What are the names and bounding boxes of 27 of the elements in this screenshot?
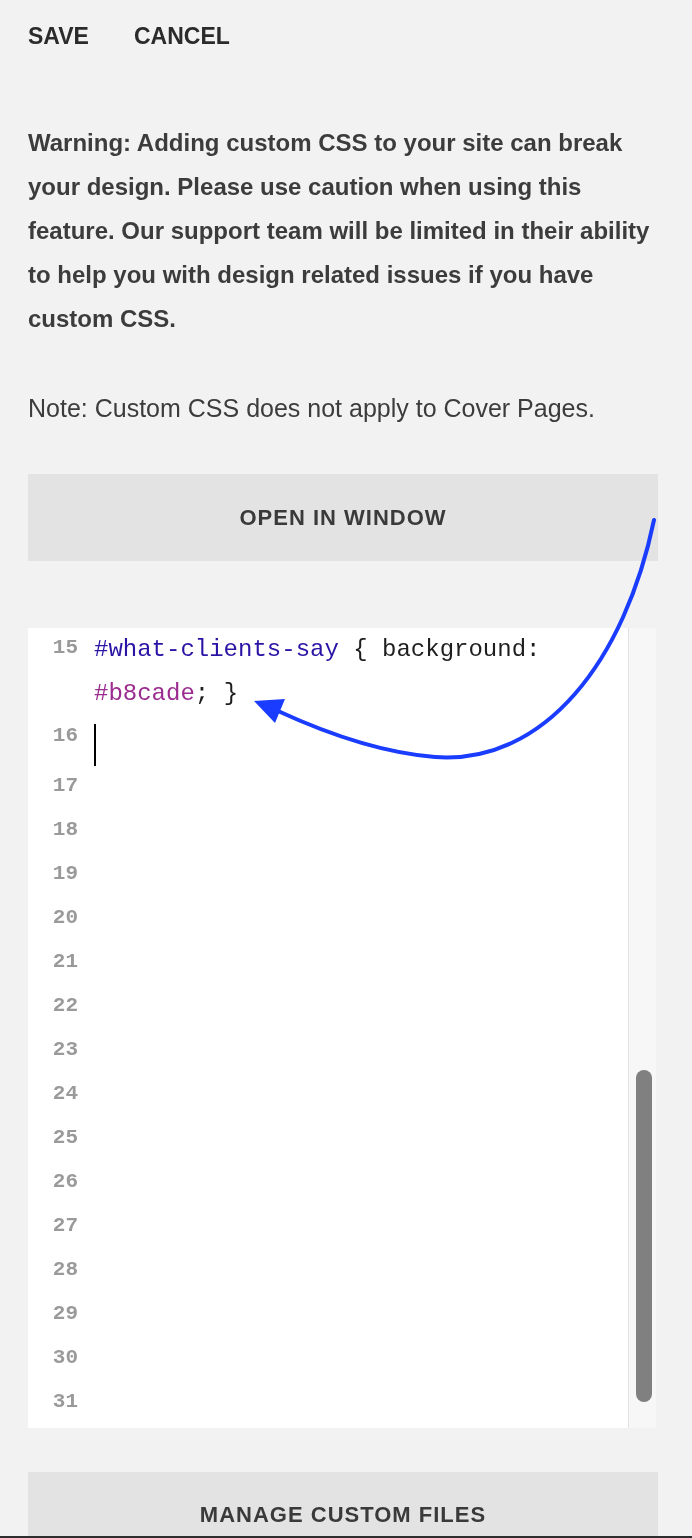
- line-number: 28: [52, 1257, 78, 1283]
- cancel-button[interactable]: CANCEL: [133, 23, 230, 49]
- manage-custom-files-button[interactable]: MANAGE CUSTOM FILES: [28, 1472, 658, 1536]
- open-in-window-button[interactable]: OPEN IN WINDOW: [28, 474, 658, 561]
- line-number: 30: [52, 1345, 78, 1371]
- line-number: 23: [52, 1037, 78, 1063]
- line-number: 20: [52, 905, 78, 931]
- line-number: 26: [52, 1169, 78, 1195]
- code-editor[interactable]: 15 #what-clients-say { background: #b8cade; } 16 17 18 19 20 21 22 23 24 25 26 27 28 29 30 31: [28, 628, 656, 1428]
- line-number: 22: [52, 993, 78, 1019]
- warning-text: Warning: Adding custom CSS to your site can break your design. Please use caution when using this feature. Our support team will be limited in their ability to help you with design related issues if you have custom CSS.: [28, 128, 651, 334]
- line-number: 21: [52, 949, 78, 975]
- line-number: 25: [52, 1125, 78, 1151]
- line-number: 16: [52, 723, 78, 749]
- note-text: Note: Custom CSS does not apply to Cover Pages.: [28, 393, 596, 424]
- line-number: 18: [52, 817, 78, 843]
- line-number: 15: [52, 635, 78, 661]
- save-button[interactable]: SAVE: [28, 23, 89, 49]
- line-number: 27: [52, 1213, 78, 1239]
- code-line: #what-clients-say { background: #b8cade; }: [94, 635, 542, 709]
- line-number: 19: [52, 861, 78, 887]
- scrollbar-track[interactable]: [628, 628, 656, 1428]
- line-number: 17: [52, 773, 78, 799]
- line-number: 29: [52, 1301, 78, 1327]
- line-number: 24: [52, 1081, 78, 1107]
- line-number: 31: [52, 1389, 78, 1415]
- scrollbar-thumb[interactable]: [636, 1070, 652, 1402]
